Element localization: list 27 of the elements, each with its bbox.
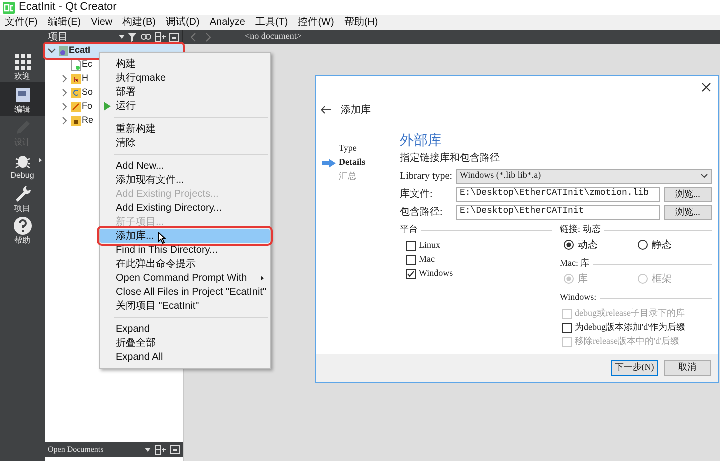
radio-label: 库 [578, 272, 588, 286]
group-title: 平台 [400, 223, 418, 236]
window-title: EcatInit - Qt Creator [19, 0, 117, 16]
group-title: Windows: [560, 291, 597, 304]
group-title: 链接: 动态 [560, 223, 601, 236]
field-label: Library type: [400, 170, 454, 184]
wizard-step: Type [339, 142, 357, 156]
radio-label: 框架 [652, 272, 672, 286]
checkbox-label: debug或release子目录下的库 [575, 307, 685, 320]
checkbox-label: 为debug版本添加'd'作为后缀 [575, 321, 686, 334]
section-heading: 外部库 [400, 131, 443, 150]
group-title: Mac: 库 [560, 257, 590, 270]
radio-label: 动态 [578, 238, 598, 252]
dialog-title: 添加库 [341, 104, 371, 118]
field-label: 包含路径: [400, 206, 444, 220]
radio-label: 静态 [652, 238, 672, 252]
panel-title: 项目 [48, 30, 69, 44]
checkbox-label: 移除release版本中的'd'后缀 [575, 335, 680, 348]
panel-title: Open Documents [48, 444, 105, 456]
section-description: 指定链接库和包含路径 [400, 152, 501, 166]
document-title: <no document> [244, 30, 302, 44]
checkbox-label: Windows [419, 267, 454, 280]
field-label: 库文件: [400, 188, 434, 202]
wizard-step: 汇总 [339, 170, 357, 184]
checkbox-label: Linux [419, 239, 440, 252]
wizard-step: Details [339, 156, 366, 170]
checkbox-label: Mac [419, 253, 435, 266]
